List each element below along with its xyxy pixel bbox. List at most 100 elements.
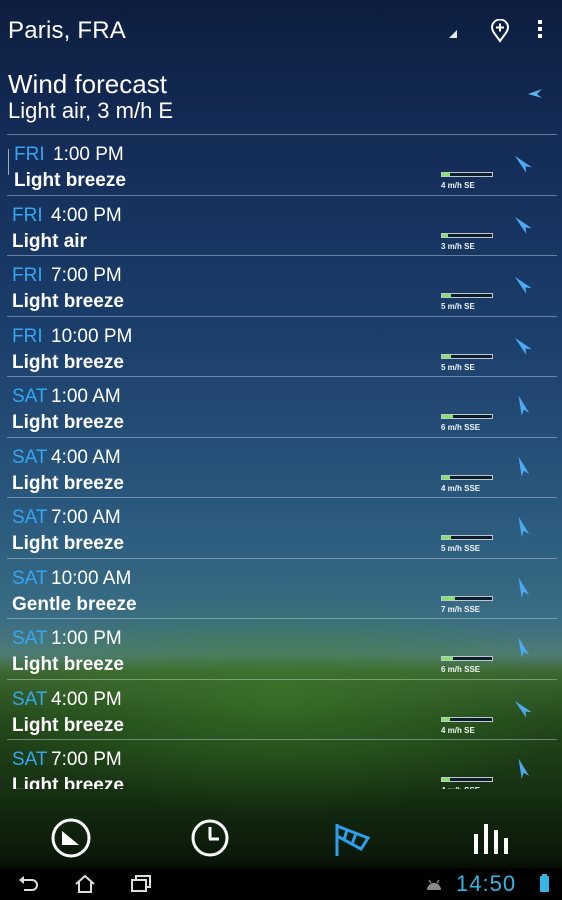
forecast-time: 10:00 PM [51, 325, 133, 347]
forecast-row[interactable]: FRI 4:00 PM Light air 3 m/h SE [7, 196, 557, 256]
wind-strength-fill [442, 536, 451, 539]
system-navigation-bar: 14:50 [0, 868, 562, 900]
forecast-list[interactable]: FRI 1:00 PM Light breeze 4 m/h SE FRI 4:00 PM… [7, 134, 557, 789]
wind-strength-fill [442, 415, 453, 418]
wind-strength-bar [441, 353, 493, 359]
wind-strength-fill [442, 354, 451, 358]
clock-icon[interactable] [188, 816, 232, 860]
wind-speed-label: 4 m/h SSE [441, 786, 480, 789]
forecast-day: SAT [12, 567, 48, 589]
forecast-description: Light breeze [12, 775, 124, 789]
wind-strength-bar [441, 232, 493, 238]
bar-chart-icon[interactable] [470, 816, 514, 860]
selection-marker [8, 149, 9, 175]
sundial-icon[interactable] [49, 816, 93, 860]
forecast-time: 7:00 PM [51, 749, 122, 770]
forecast-day: SAT [12, 507, 48, 528]
wind-strength-fill [442, 778, 450, 781]
forecast-description: Light air [12, 230, 87, 252]
wind-direction-arrow-icon [514, 700, 532, 718]
wind-speed-label: 3 m/h SE [441, 241, 475, 251]
wind-strength-bar [441, 172, 493, 177]
action-bar: Paris, FRA [0, 0, 562, 62]
forecast-time: 1:00 PM [53, 144, 124, 165]
forecast-row[interactable]: FRI 10:00 PM Light breeze 5 m/h SE [7, 317, 557, 377]
forecast-day: FRI [12, 265, 43, 286]
status-clock: 14:50 [456, 871, 517, 896]
wind-speed-label: 5 m/h SE [441, 302, 475, 311]
forecast-time: 4:00 PM [51, 204, 122, 226]
wind-direction-arrow-icon [518, 758, 530, 779]
wind-speed-label: 7 m/h SSE [441, 604, 481, 614]
back-icon[interactable] [16, 874, 40, 894]
wind-strength-bar [441, 777, 493, 782]
wind-strength-fill [442, 657, 453, 660]
wind-strength-fill [442, 294, 451, 297]
recent-apps-icon[interactable] [129, 874, 153, 894]
forecast-row[interactable]: FRI 1:00 PM Light breeze 4 m/h SE [7, 135, 557, 196]
forecast-day: SAT [12, 446, 48, 468]
wind-direction-arrow-icon [518, 577, 530, 598]
battery-icon [540, 874, 549, 892]
dropdown-triangle-icon[interactable] [449, 30, 457, 38]
forecast-time: 4:00 PM [51, 688, 122, 710]
forecast-day: FRI [12, 204, 43, 226]
forecast-description: Light breeze [12, 714, 124, 736]
wind-direction-arrow-icon [514, 276, 532, 294]
forecast-row[interactable]: SAT 4:00 PM Light breeze 4 m/h SE [7, 680, 557, 740]
wind-direction-arrow-icon [514, 337, 532, 355]
forecast-day: SAT [12, 628, 48, 649]
wind-direction-arrow-icon [518, 637, 530, 658]
wind-strength-bar [441, 414, 493, 419]
forecast-day: SAT [12, 749, 48, 770]
forecast-time: 10:00 AM [51, 567, 132, 589]
forecast-time: 1:00 PM [51, 628, 122, 649]
wind-arrow-icon [528, 89, 542, 98]
forecast-day: SAT [12, 386, 48, 407]
wind-strength-bar [441, 595, 493, 601]
overflow-menu-icon[interactable] [532, 20, 548, 42]
android-debug-icon [427, 879, 441, 890]
wind-direction-arrow-icon [514, 216, 532, 234]
wind-strength-fill [442, 233, 448, 237]
wind-strength-fill [442, 173, 450, 176]
forecast-day: SAT [12, 688, 48, 710]
location-pin-icon[interactable] [489, 19, 511, 43]
forecast-time: 7:00 AM [51, 507, 121, 528]
forecast-row[interactable]: SAT 7:00 AM Light breeze 5 m/h SSE [7, 498, 557, 559]
forecast-description: Light breeze [12, 412, 124, 433]
page-title: Wind forecast [8, 69, 167, 99]
wind-strength-fill [442, 596, 455, 600]
wind-strength-fill [442, 717, 450, 721]
wind-speed-label: 4 m/h SE [441, 725, 475, 735]
forecast-time: 1:00 AM [51, 386, 121, 407]
forecast-description: Light breeze [12, 472, 124, 494]
forecast-day: FRI [14, 144, 45, 165]
forecast-row[interactable]: SAT 1:00 PM Light breeze 6 m/h SSE [7, 619, 557, 680]
forecast-row[interactable]: SAT 1:00 AM Light breeze 6 m/h SSE [7, 377, 557, 438]
wind-speed-label: 6 m/h SSE [441, 665, 481, 674]
wind-strength-bar [441, 293, 493, 298]
wind-strength-bar [441, 535, 493, 540]
forecast-description: Light breeze [14, 170, 126, 191]
wind-direction-arrow-icon [518, 395, 530, 416]
windsock-icon[interactable] [330, 816, 374, 860]
wind-strength-fill [442, 475, 450, 479]
forecast-time: 7:00 PM [51, 265, 122, 286]
forecast-row[interactable]: SAT 10:00 AM Gentle breeze 7 m/h SSE [7, 559, 557, 619]
forecast-row[interactable]: FRI 7:00 PM Light breeze 5 m/h SE [7, 256, 557, 317]
wind-direction-arrow-icon [518, 516, 530, 537]
forecast-row[interactable]: SAT 4:00 AM Light breeze 4 m/h SSE [7, 438, 557, 498]
forecast-description: Light breeze [12, 351, 124, 373]
home-icon[interactable] [73, 874, 97, 894]
forecast-description: Light breeze [12, 654, 124, 675]
location-title[interactable]: Paris, FRA [8, 17, 126, 45]
forecast-description: Light breeze [12, 533, 124, 554]
wind-speed-label: 5 m/h SSE [441, 544, 481, 553]
wind-strength-bar [441, 716, 493, 722]
wind-direction-arrow-icon [518, 456, 530, 477]
forecast-row[interactable]: SAT7:00 PM Light breeze 4 m/h SSE [7, 740, 557, 789]
wind-speed-label: 4 m/h SSE [441, 483, 481, 493]
forecast-description: Gentle breeze [12, 593, 137, 615]
wind-speed-label: 4 m/h SE [441, 181, 475, 190]
